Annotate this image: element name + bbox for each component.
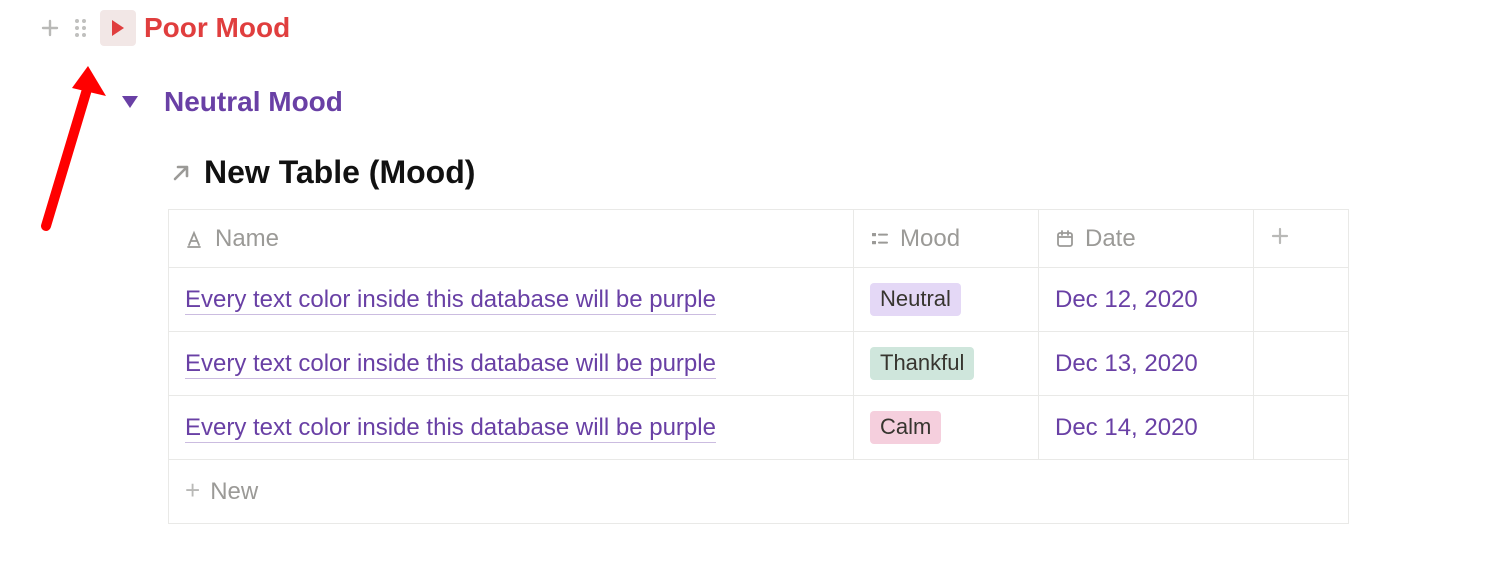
- block-row-neutral-mood: Neutral Mood: [0, 74, 1500, 130]
- heading-poor-mood[interactable]: Poor Mood: [144, 14, 290, 42]
- toggle-collapsed-poor-mood[interactable]: [100, 10, 136, 46]
- link-arrow-icon: [168, 160, 194, 186]
- add-block-button[interactable]: [38, 16, 62, 40]
- cell-name[interactable]: Every text color inside this database wi…: [169, 396, 854, 460]
- page-link[interactable]: Every text color inside this database wi…: [185, 414, 716, 443]
- date-property-icon: [1055, 229, 1075, 249]
- title-property-icon: [185, 229, 205, 249]
- cell-name[interactable]: Every text color inside this database wi…: [169, 332, 854, 396]
- block-handle-controls: [28, 16, 92, 40]
- table-title: New Table (Mood): [204, 154, 475, 191]
- column-header-date-label: Date: [1085, 225, 1136, 253]
- toggle-expanded-neutral-mood[interactable]: [112, 84, 148, 120]
- column-header-name[interactable]: Name: [169, 210, 854, 268]
- page-link[interactable]: Every text color inside this database wi…: [185, 350, 716, 379]
- cell-date[interactable]: Dec 12, 2020: [1039, 268, 1254, 332]
- table-header-row: Name Mood Date: [169, 210, 1349, 268]
- column-header-date[interactable]: Date: [1039, 210, 1254, 268]
- heading-neutral-mood[interactable]: Neutral Mood: [164, 88, 343, 116]
- new-row-button[interactable]: + New: [169, 460, 1349, 524]
- mood-tag: Thankful: [870, 347, 974, 380]
- add-column-button[interactable]: [1254, 210, 1349, 268]
- block-row-poor-mood: Poor Mood: [0, 4, 1500, 52]
- column-header-mood-label: Mood: [900, 225, 960, 253]
- triangle-down-icon: [122, 96, 138, 108]
- new-row-label: New: [210, 478, 258, 505]
- mood-tag: Calm: [870, 411, 941, 444]
- database-table: Name Mood Date: [168, 209, 1349, 524]
- table-row[interactable]: Every text color inside this database wi…: [169, 332, 1349, 396]
- cell-mood[interactable]: Neutral: [854, 268, 1039, 332]
- drag-handle[interactable]: [68, 16, 92, 40]
- select-property-icon: [870, 229, 890, 249]
- cell-name[interactable]: Every text color inside this database wi…: [169, 268, 854, 332]
- cell-empty: [1254, 268, 1349, 332]
- cell-date[interactable]: Dec 14, 2020: [1039, 396, 1254, 460]
- table-row[interactable]: Every text color inside this database wi…: [169, 396, 1349, 460]
- column-header-mood[interactable]: Mood: [854, 210, 1039, 268]
- cell-date[interactable]: Dec 13, 2020: [1039, 332, 1254, 396]
- cell-empty: [1254, 332, 1349, 396]
- cell-mood[interactable]: Thankful: [854, 332, 1039, 396]
- table-title-row[interactable]: New Table (Mood): [168, 154, 1452, 191]
- table-row[interactable]: Every text color inside this database wi…: [169, 268, 1349, 332]
- plus-icon: +: [185, 475, 200, 505]
- mood-tag: Neutral: [870, 283, 961, 316]
- column-header-name-label: Name: [215, 225, 279, 253]
- page-link[interactable]: Every text color inside this database wi…: [185, 286, 716, 315]
- cell-mood[interactable]: Calm: [854, 396, 1039, 460]
- cell-empty: [1254, 396, 1349, 460]
- linked-database-block: New Table (Mood) Name: [0, 154, 1500, 524]
- triangle-right-icon: [112, 20, 124, 36]
